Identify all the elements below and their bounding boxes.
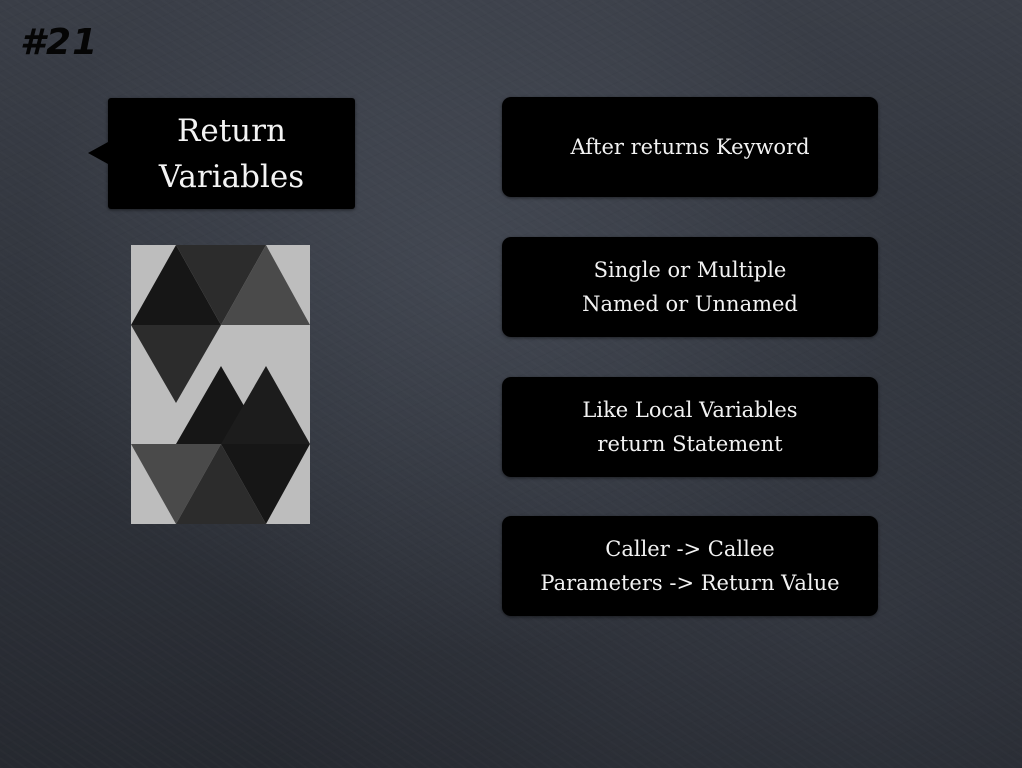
slide: #21 Return Variables After returns Keywo… — [0, 0, 1022, 768]
info-box-text: Caller -> Callee Parameters -> Return Va… — [540, 537, 840, 595]
info-box-keyword: After returns Keyword — [502, 97, 878, 197]
info-box-count: Single or Multiple Named or Unnamed — [502, 237, 878, 337]
title-callout: Return Variables — [88, 98, 355, 209]
slide-number: #21 — [20, 22, 99, 63]
info-box-caller-callee: Caller -> Callee Parameters -> Return Va… — [502, 516, 878, 616]
info-box-text: After returns Keyword — [570, 135, 810, 159]
slide-title: Return Variables — [158, 112, 305, 195]
info-box-text: Single or Multiple Named or Unnamed — [582, 258, 798, 316]
solidity-logo-icon — [131, 245, 310, 524]
info-box-local-variables: Like Local Variables return Statement — [502, 377, 878, 477]
info-box-text: Like Local Variables return Statement — [582, 398, 798, 456]
